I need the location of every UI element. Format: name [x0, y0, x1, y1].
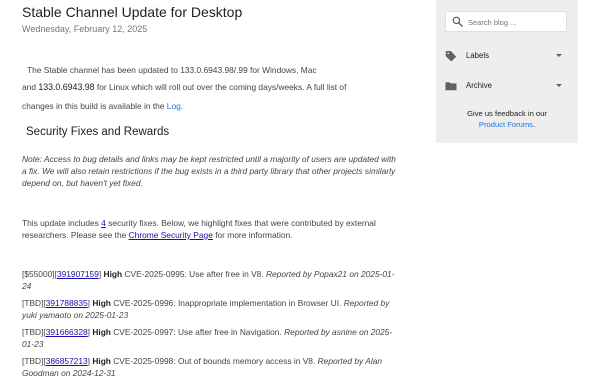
fix-reward: [TBD][: [22, 356, 46, 366]
bug-link[interactable]: 391907159: [57, 269, 99, 279]
feedback-note: Give us feedback in our Product Forums.: [436, 109, 578, 130]
update-prefix: This update includes: [22, 218, 102, 228]
feedback-text: Give us feedback in our: [467, 109, 547, 118]
archive-dropdown[interactable]: Archive: [436, 76, 578, 96]
fix-description: CVE-2025-0998: Out of bounds memory acce…: [110, 356, 318, 366]
intro-line-1: The Stable channel has been updated to 1…: [27, 64, 317, 76]
security-fix-item: [TBD][386857213] High CVE-2025-0998: Out…: [22, 355, 397, 379]
archive-label: Archive: [466, 81, 492, 90]
intro-line-1-text: The Stable channel has been updated to 1…: [27, 65, 317, 75]
log-link[interactable]: Log: [167, 101, 181, 111]
update-suffix: for more information.: [212, 230, 293, 240]
fix-reward: [TBD][: [22, 327, 46, 337]
fix-bracket: ]: [87, 298, 90, 308]
linux-version: 133.0.6943.98: [38, 82, 95, 92]
severity-label: High: [103, 269, 123, 279]
bug-link[interactable]: 391788835: [46, 298, 88, 308]
intro-line-3: changes in this build is available in th…: [22, 100, 183, 112]
labels-dropdown[interactable]: Labels: [436, 46, 578, 66]
label-tag-icon: [445, 51, 457, 62]
chrome-security-page-link[interactable]: Chrome Security Page: [129, 230, 213, 240]
access-note: Note: Access to bug details and links ma…: [22, 154, 396, 188]
fix-description: CVE-2025-0997: Use after free in Navigat…: [110, 327, 285, 337]
security-fix-item: [$55000][391907159] High CVE-2025-0995: …: [22, 268, 397, 292]
search-icon[interactable]: [452, 16, 463, 27]
fix-description: CVE-2025-0996: Inappropriate implementat…: [110, 298, 344, 308]
bug-link[interactable]: 386857213: [46, 356, 88, 366]
intro-line-3-prefix: changes in this build is available in th…: [22, 101, 167, 111]
blog-post: Stable Channel Update for Desktop Wednes…: [0, 0, 415, 383]
fix-reward: [TBD][: [22, 298, 46, 308]
chevron-down-icon: [556, 54, 562, 57]
fix-bracket: ]: [87, 327, 90, 337]
folder-icon: [445, 82, 457, 91]
post-date: Wednesday, February 12, 2025: [22, 24, 148, 34]
feedback-link-line: Product Forums.: [436, 120, 578, 131]
fix-reward: [$55000][: [22, 269, 57, 279]
labels-label: Labels: [466, 51, 489, 60]
sidebar: Labels Archive Give us feedback in our P…: [436, 0, 578, 143]
security-fix-list: [$55000][391907159] High CVE-2025-0995: …: [22, 268, 397, 383]
intro-line-2-suffix: for Linux which will roll out over the c…: [94, 82, 347, 92]
fix-bracket: ]: [87, 356, 90, 366]
post-title[interactable]: Stable Channel Update for Desktop: [22, 4, 242, 20]
intro-line-2: and 133.0.6943.98 for Linux which will r…: [22, 81, 346, 93]
security-fix-item: [TBD][391788835] High CVE-2025-0996: Ina…: [22, 297, 397, 321]
fix-description: CVE-2025-0995: Use after free in V8.: [122, 269, 266, 279]
bug-link[interactable]: 391666328: [46, 327, 88, 337]
product-forums-link[interactable]: Product Forums: [479, 120, 533, 129]
intro-line-3-suffix: .: [180, 101, 184, 111]
search-box[interactable]: [445, 11, 567, 32]
severity-label: High: [92, 298, 111, 308]
severity-label: High: [92, 356, 111, 366]
security-fix-item: [TBD][391666328] High CVE-2025-0997: Use…: [22, 326, 397, 350]
severity-label: High: [92, 327, 111, 337]
intro-line-2-prefix: and: [22, 82, 39, 92]
feedback-period: .: [532, 119, 536, 129]
section-heading: Security Fixes and Rewards: [26, 126, 170, 138]
chevron-down-icon: [556, 84, 562, 87]
search-input[interactable]: [468, 15, 562, 29]
fix-bracket: ]: [98, 269, 102, 279]
update-summary: This update includes 4 security fixes. B…: [22, 217, 402, 241]
